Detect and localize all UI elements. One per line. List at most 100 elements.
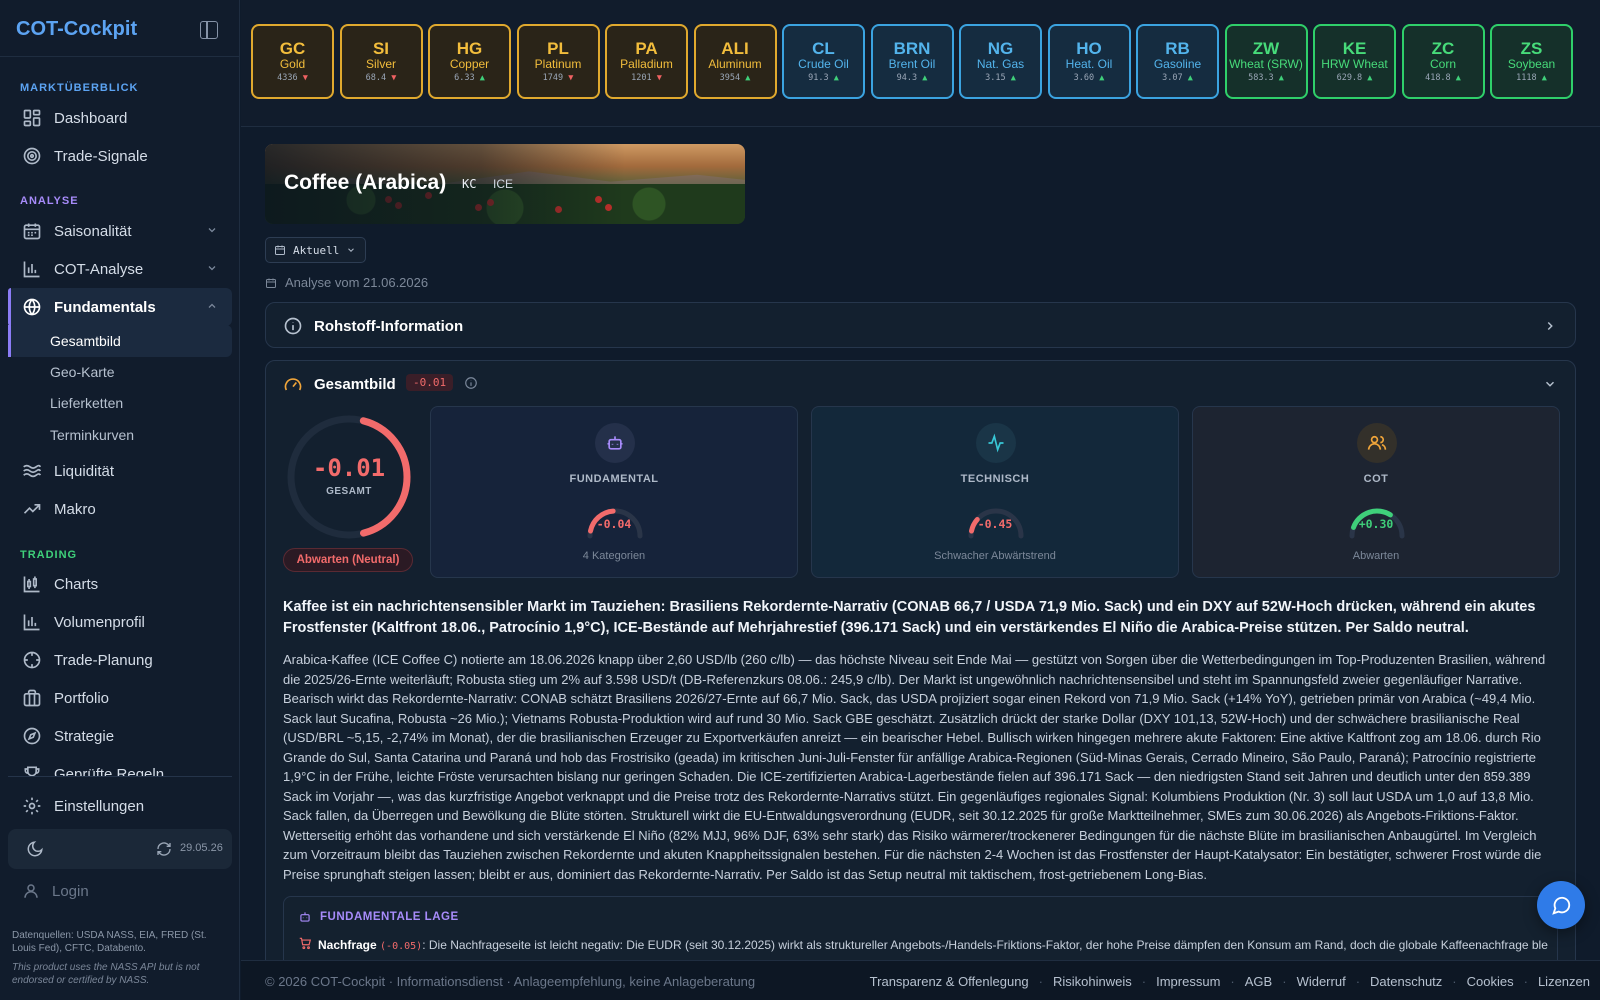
sidebar-subitem-terminkurven[interactable]: Terminkurven [8,419,232,451]
dashboard-icon [22,108,42,128]
ticker-symbol: KE [1342,39,1367,58]
chevron-down-icon [208,266,216,271]
sidebar-subitem-geo-karte[interactable]: Geo-Karte [8,356,232,388]
score-card-value: -0.45 [977,517,1013,531]
ticker-symbol: PL [547,39,569,58]
status-badge: Abwarten (Neutral) [283,548,413,572]
sidebar-subitem-gesamtbild[interactable]: Gesamtbild [8,325,232,357]
ticker-tile-hg[interactable]: HG Copper 6.33 ▲ [428,24,511,99]
ticker-symbol: PA [635,39,658,58]
fund-lage-title: FUNDAMENTALE LAGE [320,911,459,923]
sidebar-item-liquiditaet[interactable]: Liquidität [8,452,232,490]
rohstoff-information-card[interactable]: Rohstoff-Information [265,302,1576,348]
arrow-up-icon: ▲ [1099,73,1105,83]
sidebar-item-dashboard[interactable]: Dashboard [8,99,232,137]
sidebar-item-saisonalitaet[interactable]: Saisonalität [8,212,232,250]
sidebar-item-fundamentals[interactable]: Fundamentals [8,288,232,326]
sidebar-item-trade-planung[interactable]: Trade-Planung [8,641,232,679]
sidebar-item-volumenprofil[interactable]: Volumenprofil [8,603,232,641]
divider [0,56,240,57]
sidebar-item-strategie[interactable]: Strategie [8,717,232,755]
footer-link[interactable]: Risikohinweis [1053,974,1132,989]
sidebar-item-makro[interactable]: Makro [8,490,232,528]
score-card-desc: 4 Kategorien [582,550,646,562]
arrow-up-icon: ▲ [745,73,751,83]
separator-dot: · [1282,974,1287,989]
ticker-tile-ali[interactable]: ALI Aluminum 3954 ▲ [693,24,777,99]
ticker-price: 68.4 ▼ [342,72,421,84]
ticker-price: 3.60 ▲ [1050,72,1129,84]
ticker-name: Platinum [534,57,582,71]
footer-link[interactable]: Datenschutz [1370,974,1442,989]
ticker-name: Wheat (SRW) [1229,57,1303,71]
sidebar-item-label: Trade-Signale [54,147,148,165]
footer-link[interactable]: Cookies [1467,974,1514,989]
brand-logo[interactable]: COT-Cockpit [16,18,137,41]
ticker-price: 629.8 ▲ [1315,72,1394,84]
technisch-score-card[interactable]: TECHNISCH -0.45 Schwacher Abwärtstrend [811,406,1179,578]
ticker-symbol: BRN [893,39,931,58]
chevron-down-icon[interactable] [1543,377,1557,391]
nachfrage-text: : Die Nachfrageseite ist leicht negativ:… [422,938,1548,952]
login-button[interactable]: Login [22,882,89,900]
theme-sync-box: 29.05.26 [8,829,232,869]
refresh-icon[interactable] [156,841,172,857]
summary-body: Arabica-Kaffee (ICE Coffee C) notierte a… [283,652,1546,882]
section-label-markt: MARKTÜBERBLICK [20,82,139,94]
nachfrage-score: (-0.05) [380,941,423,952]
chat-button[interactable] [1537,881,1585,929]
fundamental-score-card[interactable]: FUNDAMENTAL -0.04 4 Kategorien [430,406,798,578]
sidebar-subitem-lieferketten[interactable]: Lieferketten [8,387,232,419]
version-select[interactable]: Aktuell [265,237,366,263]
ticker-price: 6.33 ▲ [430,72,509,84]
ticker-bar: GC Gold 4336 ▼ SI Silver 68.4 ▼ HG Copper 6.33 ▲… [241,0,1600,127]
ticker-tile-cl[interactable]: CL Crude Oil 91.3 ▲ [782,24,865,99]
sidebar-item-label: Strategie [54,727,115,745]
footer: © 2026 COT-Cockpit · Informationsdienst … [241,960,1600,1000]
sidebar-item-trade-signale[interactable]: Trade-Signale [8,137,232,175]
ticker-tile-brn[interactable]: BRN Brent Oil 94.3 ▲ [870,24,954,99]
ticker-name: Gold [279,57,306,71]
ticker-price-value: 3954 [719,73,741,83]
footer-link[interactable]: Impressum [1156,974,1220,989]
cart-icon [299,937,311,950]
moon-icon[interactable] [26,840,44,858]
info-icon[interactable] [464,376,478,390]
ticker-tile-zc[interactable]: ZC Corn 418.8 ▲ [1401,24,1485,99]
ticker-price: 3954 ▲ [696,72,775,84]
sidebar-item-gepruefte-regeln[interactable]: Geprüfte Regeln [8,755,232,777]
ticker-tile-zs[interactable]: ZS Soybean 1118 ▲ [1490,24,1573,99]
score-card-label: TECHNISCH [960,473,1030,485]
ticker-tile-ke[interactable]: KE HRW Wheat 629.8 ▲ [1313,24,1396,99]
ticker-tile-si[interactable]: SI Silver 68.4 ▼ [339,24,423,99]
sidebar-item-einstellungen[interactable]: Einstellungen [8,787,232,825]
ticker-tile-pa[interactable]: PA Palladium 1201 ▼ [605,24,688,99]
ticker-tile-gc[interactable]: GC Gold 4336 ▼ [251,24,334,99]
sidebar-item-portfolio[interactable]: Portfolio [8,679,232,717]
ticker-price-value: 68.4 [365,73,387,83]
footer-link[interactable]: Lizenzen [1538,974,1590,989]
section-title: Gesamtbild [314,376,396,393]
collapse-sidebar-icon[interactable] [200,21,218,39]
ticker-symbol: ALI [721,39,749,58]
ticker-tile-rb[interactable]: RB Gasoline 3.07 ▲ [1136,24,1219,99]
nass-disclaimer: This product uses the NASS API but is no… [12,962,200,986]
data-sources-note: Datenquellen: USDA NASS, EIA, FRED (St. … [12,930,207,954]
sidebar-item-label: Einstellungen [54,797,145,815]
sidebar-item-charts[interactable]: Charts [8,565,232,603]
trending-up-icon [22,499,42,519]
ticker-tile-ho[interactable]: HO Heat. Oil 3.60 ▲ [1047,24,1131,99]
chevron-right-icon [1547,321,1553,331]
footer-link[interactable]: Widerruf [1297,974,1346,989]
ticker-tile-ng[interactable]: NG Nat. Gas 3.15 ▲ [959,24,1042,99]
separator-dot: · [1355,974,1361,989]
footer-link[interactable]: AGB [1245,974,1272,989]
footer-link[interactable]: Transparenz & Offenlegung [870,974,1029,989]
ticker-symbol: HO [1076,39,1102,58]
ticker-tile-zw[interactable]: ZW Wheat (SRW) 583.3 ▲ [1224,24,1308,99]
sidebar-item-cot-analyse[interactable]: COT-Analyse [8,250,232,288]
ticker-name: Crude Oil [798,57,849,71]
ticker-tile-pl[interactable]: PL Platinum 1749 ▼ [516,24,600,99]
ticker-price-value: 1201 [631,73,652,83]
cot-score-card[interactable]: COT +0.30 Abwarten [1192,406,1560,578]
